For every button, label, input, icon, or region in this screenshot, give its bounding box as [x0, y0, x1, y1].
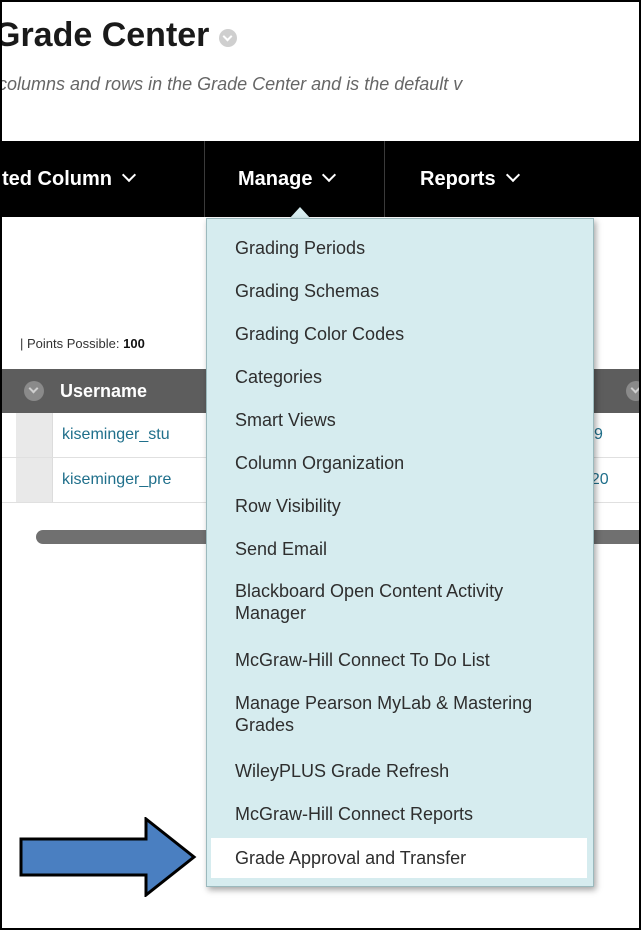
- cell-username[interactable]: kiseminger_pre: [62, 471, 171, 489]
- tab-divider: [384, 141, 385, 217]
- menu-item-row-visibility[interactable]: Row Visibility: [235, 495, 341, 517]
- menu-item-categories[interactable]: Categories: [235, 366, 322, 388]
- column-options-icon[interactable]: [626, 381, 639, 401]
- tab-create-calculated-column[interactable]: ted Column: [2, 141, 202, 217]
- menu-item-blackboard-open-content[interactable]: Blackboard Open Content Activity Manager: [235, 580, 575, 624]
- manage-dropdown-menu: Grading Periods Grading Schemas Grading …: [206, 218, 594, 887]
- cell-username[interactable]: kiseminger_stu: [62, 426, 170, 444]
- tab-reports-label: Reports: [420, 167, 496, 190]
- tab-reports[interactable]: Reports: [420, 141, 520, 217]
- menu-item-wileyplus-refresh[interactable]: WileyPLUS Grade Refresh: [235, 760, 449, 782]
- menu-item-column-organization[interactable]: Column Organization: [235, 452, 404, 474]
- chevron-down-icon: [121, 167, 137, 183]
- row-select-cell[interactable]: [16, 458, 53, 502]
- right-arrow-icon: [19, 817, 197, 897]
- menu-item-mcgraw-hill-todo[interactable]: McGraw-Hill Connect To Do List: [235, 649, 490, 671]
- page-title-text: Grade Center: [0, 16, 210, 54]
- cell-value[interactable]: 9: [594, 426, 603, 444]
- tab-create-label: ted Column: [2, 167, 112, 190]
- chevron-down-icon: [505, 167, 520, 183]
- column-header-username[interactable]: Username: [60, 381, 147, 402]
- points-possible-info: | Points Possible: 100: [20, 336, 145, 351]
- title-options-icon[interactable]: [219, 28, 238, 47]
- tab-manage[interactable]: Manage: [238, 141, 337, 217]
- menu-item-grading-color-codes[interactable]: Grading Color Codes: [235, 323, 404, 345]
- page-title: Grade Center: [0, 16, 238, 55]
- tab-divider: [204, 141, 205, 217]
- column-options-icon[interactable]: [24, 381, 44, 401]
- page-description: columns and rows in the Grade Center and…: [0, 74, 463, 94]
- points-label: Points Possible:: [27, 336, 120, 351]
- menu-item-send-email[interactable]: Send Email: [235, 538, 327, 560]
- tab-manage-label: Manage: [238, 167, 313, 190]
- chevron-down-icon: [322, 167, 337, 183]
- row-select-cell[interactable]: [16, 413, 53, 457]
- menu-item-grading-schemas[interactable]: Grading Schemas: [235, 280, 379, 302]
- screenshot-frame: Grade Center columns and rows in the Gra…: [0, 0, 641, 930]
- action-menubar: ted Column Manage Reports: [2, 141, 639, 217]
- menu-item-pearson-mylab[interactable]: Manage Pearson MyLab & Mastering Grades: [235, 692, 575, 736]
- menu-item-smart-views[interactable]: Smart Views: [235, 409, 336, 431]
- menu-item-grading-periods[interactable]: Grading Periods: [235, 237, 365, 259]
- points-value: 100: [123, 336, 145, 351]
- points-prefix: |: [20, 336, 24, 351]
- menu-item-mcgraw-hill-reports[interactable]: McGraw-Hill Connect Reports: [235, 803, 473, 825]
- menu-item-grade-approval-transfer[interactable]: Grade Approval and Transfer: [211, 838, 587, 878]
